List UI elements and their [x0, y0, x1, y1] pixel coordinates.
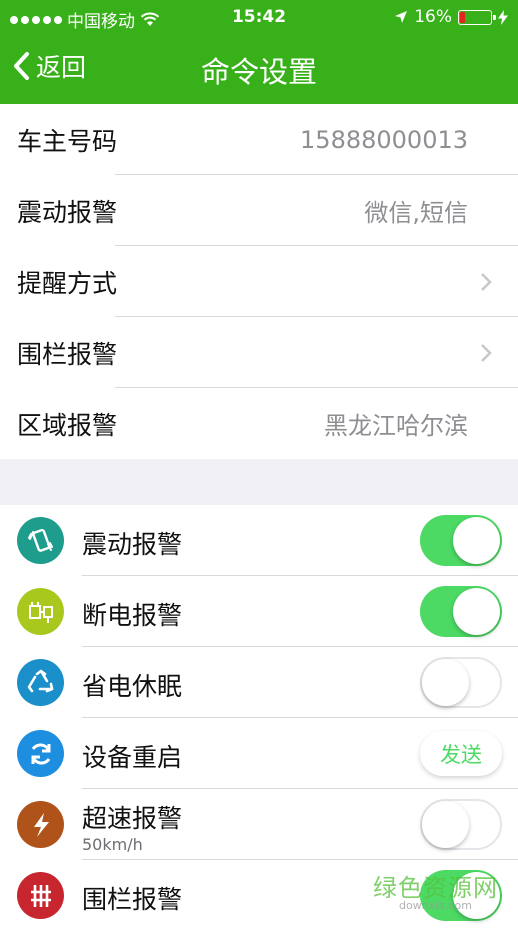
settings-list: 车主号码 15888000013 震动报警 微信,短信 提醒方式 围栏报警 区域… — [0, 104, 518, 459]
command-row-vibration: 震动报警 — [0, 505, 518, 576]
battery-percentage: 16% — [414, 7, 452, 27]
location-arrow-icon — [395, 11, 408, 23]
command-label: 断电报警 — [82, 601, 183, 630]
page-title: 命令设置 — [200, 55, 317, 89]
fence-icon — [17, 872, 64, 919]
battery-icon — [458, 9, 496, 25]
row-label: 区域报警 — [17, 410, 118, 440]
lightning-icon — [17, 801, 64, 848]
recycle-icon — [17, 659, 64, 706]
power-saving-toggle[interactable] — [420, 657, 502, 708]
command-row-power-off: 断电报警 — [0, 576, 518, 647]
row-value: 微信,短信 — [364, 199, 468, 227]
chevron-right-icon — [481, 344, 492, 362]
command-label: 设备重启 — [82, 743, 183, 772]
overspeed-alarm-toggle[interactable] — [420, 799, 502, 850]
power-off-alarm-toggle[interactable] — [420, 586, 502, 637]
command-label: 围栏报警 — [82, 885, 183, 914]
speed-limit-value: 50km/h — [82, 835, 143, 854]
command-label: 超速报警 — [82, 804, 183, 833]
row-label: 震动报警 — [17, 197, 118, 227]
status-bar: 中国移动 15:42 16% — [0, 0, 518, 34]
area-alarm-row[interactable]: 区域报警 黑龙江哈尔滨 — [0, 388, 518, 459]
vibrate-phone-icon — [17, 517, 64, 564]
chevron-right-icon — [481, 273, 492, 291]
command-row-overspeed: 超速报警 50km/h — [0, 789, 518, 860]
charging-bolt-icon — [498, 9, 508, 25]
navigation-bar: 返回 命令设置 — [0, 34, 518, 104]
row-label: 围栏报警 — [17, 339, 118, 369]
fence-alarm-row[interactable]: 围栏报警 — [0, 317, 518, 388]
command-row-restart: 设备重启 发送 — [0, 718, 518, 789]
vibration-alarm-row[interactable]: 震动报警 微信,短信 — [0, 175, 518, 246]
row-label: 提醒方式 — [17, 268, 118, 298]
watermark-logo: 绿色资源网 downxia.com — [373, 874, 498, 912]
reminder-method-row[interactable]: 提醒方式 — [0, 246, 518, 317]
command-label: 省电休眠 — [82, 672, 183, 701]
row-value: 黑龙江哈尔滨 — [324, 412, 468, 440]
power-plug-icon — [17, 588, 64, 635]
refresh-icon — [17, 730, 64, 777]
row-value: 15888000013 — [300, 125, 468, 154]
command-row-power-saving: 省电休眠 — [0, 647, 518, 718]
row-label: 车主号码 — [17, 126, 118, 156]
owner-number-row[interactable]: 车主号码 15888000013 — [0, 104, 518, 175]
command-label: 震动报警 — [82, 530, 183, 559]
restart-send-button[interactable]: 发送 — [420, 731, 502, 776]
vibration-alarm-toggle[interactable] — [420, 515, 502, 566]
